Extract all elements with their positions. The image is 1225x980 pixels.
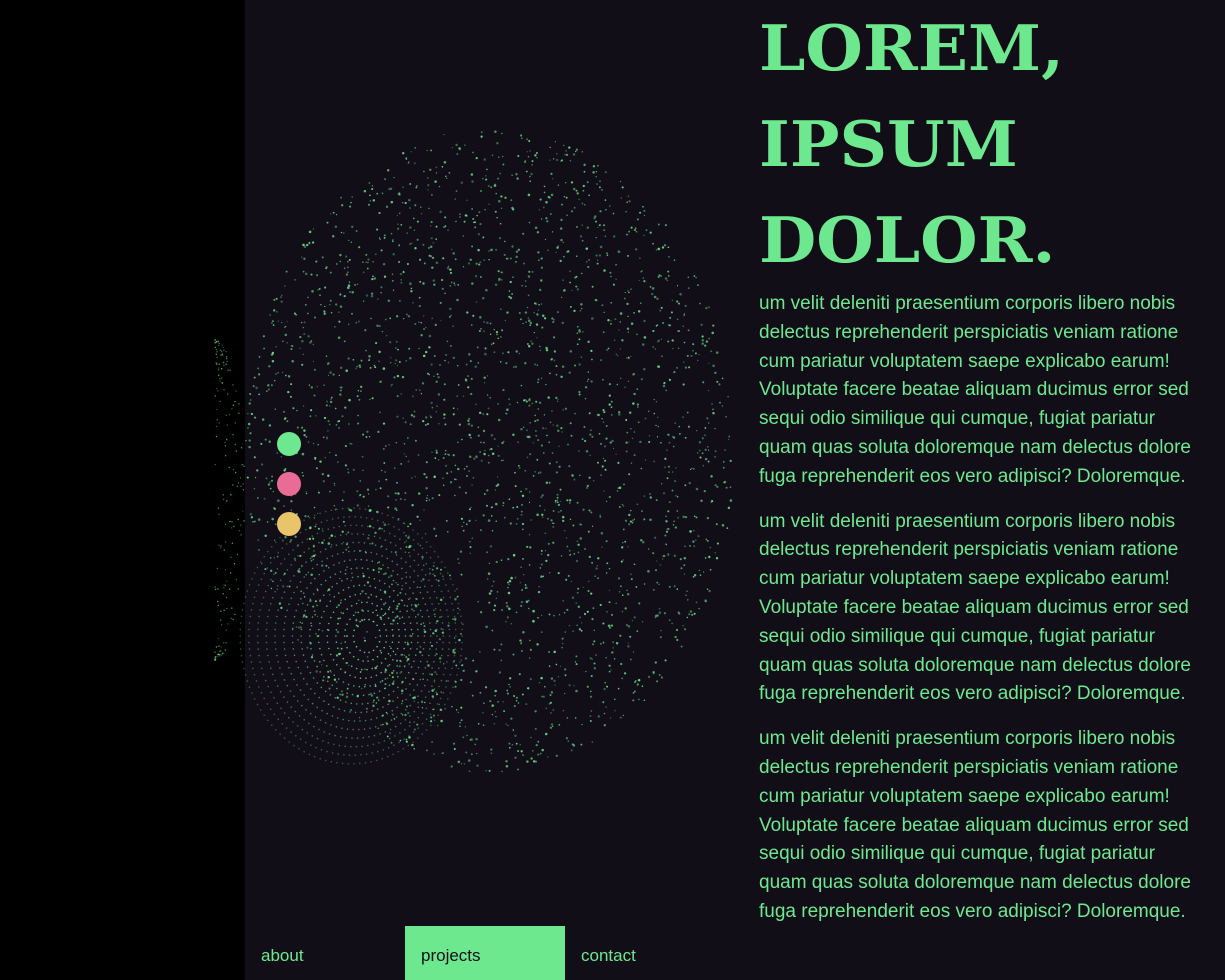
body-text: um velit deleniti praesentium corporis l… [759,290,1199,927]
hero-line: DOLOR. [759,202,1056,278]
theme-dot-pink[interactable] [277,472,301,496]
paragraph: um velit deleniti praesentium corporis l… [759,728,1191,922]
nav-projects[interactable]: projects [405,926,565,980]
hero-line: LOREM, [759,10,1065,86]
content-column: LOREM, IPSUM DOLOR. um velit deleniti pr… [759,0,1199,943]
theme-dot-green[interactable] [277,432,301,456]
nav-about[interactable]: about [245,926,405,980]
theme-switcher [277,432,301,552]
paragraph: um velit deleniti praesentium corporis l… [759,293,1191,487]
nav-contact[interactable]: contact [565,926,725,980]
theme-dot-yellow[interactable] [277,512,301,536]
paragraph: um velit deleniti praesentium corporis l… [759,510,1191,705]
hero-line: IPSUM [759,106,1018,182]
hero-heading: LOREM, IPSUM DOLOR. [759,0,1199,288]
bottom-nav: about projects contact [245,926,725,980]
